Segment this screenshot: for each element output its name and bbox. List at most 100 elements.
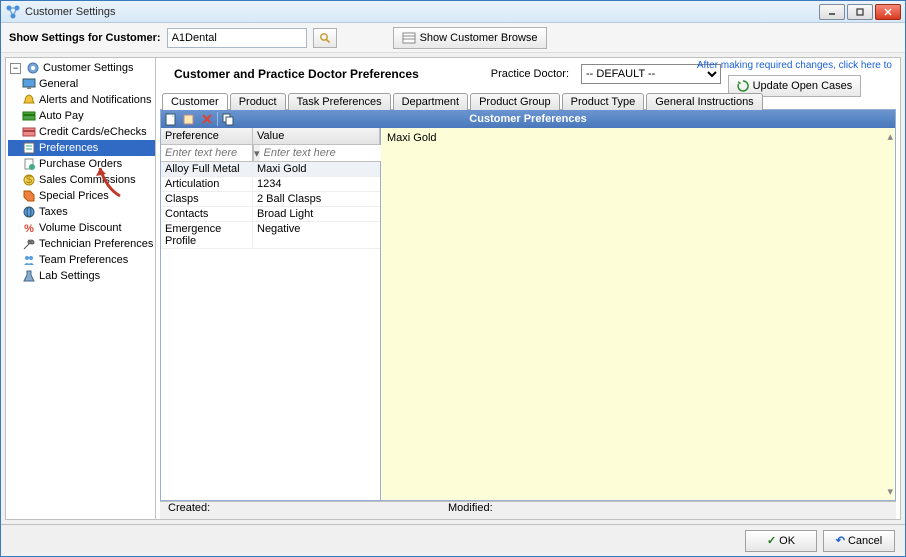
sidebar-item-preferences[interactable]: Preferences: [8, 140, 155, 156]
table-row[interactable]: Alloy Full MetalMaxi Gold: [161, 162, 380, 177]
customer-input[interactable]: [167, 28, 307, 48]
sidebar-item-label: Preferences: [39, 142, 98, 154]
content-heading: Customer and Practice Doctor Preferences: [174, 67, 419, 81]
sidebar-item-lab-settings[interactable]: Lab Settings: [8, 268, 155, 284]
show-settings-label: Show Settings for Customer:: [9, 32, 161, 44]
new-icon[interactable]: [163, 111, 179, 127]
tree-root-label: Customer Settings: [43, 62, 133, 74]
col-preference[interactable]: Preference: [161, 128, 253, 144]
table-row[interactable]: Clasps2 Ball Clasps: [161, 192, 380, 207]
pref-cell: Emergence Profile: [161, 222, 253, 248]
sidebar-item-label: Team Preferences: [39, 254, 128, 266]
update-hint: After making required changes, click her…: [697, 60, 892, 71]
sidebar-item-label: Special Prices: [39, 190, 109, 202]
value-cell: 2 Ball Clasps: [253, 192, 380, 206]
cancel-button[interactable]: ↶Cancel: [823, 530, 895, 552]
tab-general-instructions[interactable]: General Instructions: [646, 93, 762, 110]
pref-cell: Alloy Full Metal: [161, 162, 253, 176]
minimize-button[interactable]: [819, 4, 845, 20]
ok-button[interactable]: ✓OK: [745, 530, 817, 552]
sidebar: − Customer Settings General Alerts and No…: [6, 58, 156, 519]
sidebar-item-label: Alerts and Notifications: [39, 94, 152, 106]
preferences-header: Customer Preferences: [161, 110, 895, 128]
sidebar-item-label: Purchase Orders: [39, 158, 122, 170]
tab-task-preferences[interactable]: Task Preferences: [288, 93, 391, 110]
close-button[interactable]: [875, 4, 901, 20]
search-icon: [319, 32, 331, 44]
sidebar-item-label: Lab Settings: [39, 270, 100, 282]
browse-label: Show Customer Browse: [420, 32, 538, 44]
detail-pane[interactable]: Maxi Gold ▴ ▾: [381, 128, 895, 500]
sidebar-item-special-prices[interactable]: Special Prices: [8, 188, 155, 204]
tab-department[interactable]: Department: [393, 93, 468, 110]
check-icon: ✓: [767, 534, 776, 547]
value-cell: 1234: [253, 177, 380, 191]
sidebar-item-general[interactable]: General: [8, 76, 155, 92]
tab-product-group[interactable]: Product Group: [470, 93, 560, 110]
content-pane: Customer and Practice Doctor Preferences…: [156, 58, 900, 519]
tab-product[interactable]: Product: [230, 93, 286, 110]
blue-header-label: Customer Preferences: [469, 113, 586, 125]
team-icon: [22, 253, 36, 267]
table-row[interactable]: Articulation1234: [161, 177, 380, 192]
bell-icon: [22, 93, 36, 107]
tree-root-item[interactable]: − Customer Settings: [8, 60, 155, 76]
edit-icon[interactable]: [181, 111, 197, 127]
table-row[interactable]: Emergence ProfileNegative: [161, 222, 380, 249]
sidebar-item-credit-cards-echecks[interactable]: Credit Cards/eChecks: [8, 124, 155, 140]
app-icon: [5, 4, 21, 20]
sidebar-item-label: Auto Pay: [39, 110, 84, 122]
card2-icon: [22, 125, 36, 139]
preference-table: Preference Value ▾ ▾ Alloy Full MetalMax…: [161, 128, 381, 500]
table-row[interactable]: ContactsBroad Light: [161, 207, 380, 222]
filter-preference-input[interactable]: [161, 145, 253, 161]
sidebar-item-auto-pay[interactable]: Auto Pay: [8, 108, 155, 124]
refresh-icon: [737, 80, 749, 92]
status-created: Created:: [168, 502, 448, 519]
tab-product-type[interactable]: Product Type: [562, 93, 645, 110]
show-customer-browse-button[interactable]: Show Customer Browse: [393, 27, 547, 49]
lab-icon: [22, 269, 36, 283]
update-button-label: Update Open Cases: [753, 80, 853, 92]
browse-icon: [402, 31, 416, 45]
sidebar-item-technician-preferences[interactable]: Technician Preferences: [8, 236, 155, 252]
sidebar-item-sales-commissions[interactable]: $ Sales Commissions: [8, 172, 155, 188]
po-icon: [22, 157, 36, 171]
maximize-button[interactable]: [847, 4, 873, 20]
titlebar: Customer Settings: [1, 1, 905, 23]
sidebar-item-alerts-and-notifications[interactable]: Alerts and Notifications: [8, 92, 155, 108]
scroll-down-icon[interactable]: ▾: [887, 485, 893, 498]
sidebar-item-label: Volume Discount: [39, 222, 122, 234]
wrench-icon: [22, 237, 36, 251]
sidebar-item-label: Sales Commissions: [39, 174, 136, 186]
card-icon: [22, 109, 36, 123]
sidebar-item-label: Credit Cards/eChecks: [39, 126, 147, 138]
sidebar-item-purchase-orders[interactable]: Purchase Orders: [8, 156, 155, 172]
col-value[interactable]: Value: [253, 128, 380, 144]
pref-cell: Clasps: [161, 192, 253, 206]
svg-text:$: $: [26, 174, 32, 186]
customer-toolbar: Show Settings for Customer: Show Custome…: [1, 23, 905, 53]
window-frame: Customer Settings Show Settings for Cust…: [0, 0, 906, 557]
settings-icon: [26, 61, 40, 75]
globe-icon: [22, 205, 36, 219]
sidebar-item-team-preferences[interactable]: Team Preferences: [8, 252, 155, 268]
sidebar-item-label: Taxes: [39, 206, 68, 218]
copy-icon[interactable]: [220, 111, 236, 127]
value-cell: Negative: [253, 222, 380, 248]
monitor-icon: [22, 77, 36, 91]
window-title: Customer Settings: [25, 6, 819, 18]
sidebar-item-volume-discount[interactable]: %Volume Discount: [8, 220, 155, 236]
delete-icon[interactable]: [199, 111, 215, 127]
scroll-up-icon[interactable]: ▴: [887, 130, 893, 143]
pref-cell: Contacts: [161, 207, 253, 221]
status-modified: Modified:: [448, 502, 493, 519]
undo-icon: ↶: [836, 534, 845, 547]
value-cell: Broad Light: [253, 207, 380, 221]
detail-text: Maxi Gold: [387, 132, 437, 144]
tree-collapse-icon[interactable]: −: [10, 63, 21, 74]
tab-customer[interactable]: Customer: [162, 93, 228, 110]
tab-content: Customer Preferences Preference Value ▾: [160, 109, 896, 501]
customer-search-button[interactable]: [313, 28, 337, 48]
sidebar-item-taxes[interactable]: Taxes: [8, 204, 155, 220]
